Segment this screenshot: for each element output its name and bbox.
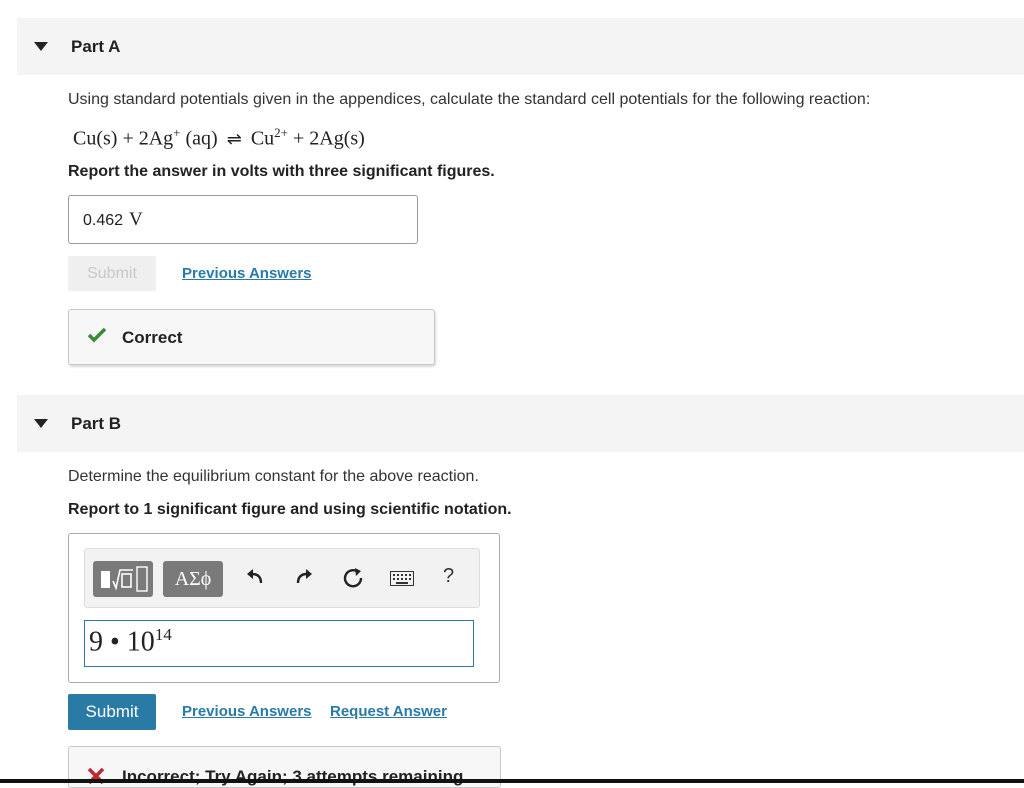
answer-unit: V: [129, 209, 143, 230]
answer-value: 0.462: [83, 212, 124, 229]
part-b-instruction: Determine the equilibrium constant for t…: [68, 468, 479, 485]
part-a-instruction: Using standard potentials given in the a…: [68, 91, 871, 108]
answer-base: 9 • 10: [89, 626, 155, 658]
part-b-submit-button[interactable]: Submit: [68, 694, 156, 730]
math-editor: ΑΣϕ ? 9 • 1014: [68, 533, 500, 683]
redo-icon[interactable]: [294, 567, 314, 592]
part-b-report-instruction: Report to 1 significant figure and using…: [68, 501, 512, 518]
x-mark-icon: [87, 767, 105, 787]
feedback-message: Incorrect; Try Again; 3 attempts remaini…: [122, 767, 464, 786]
math-toolbar: ΑΣϕ ?: [84, 548, 480, 608]
part-a-previous-answers-link[interactable]: Previous Answers: [182, 265, 312, 282]
feedback-message: Correct: [122, 328, 183, 347]
part-a-answer-field[interactable]: 0.462 V: [68, 195, 418, 244]
reaction-equation: Cu(s) + 2Ag+ (aq) ⇌ Cu2+ + 2Ag(s): [73, 125, 365, 150]
templates-icon[interactable]: [93, 561, 153, 597]
undo-icon[interactable]: [245, 567, 265, 592]
part-a-title: Part A: [71, 36, 121, 56]
request-answer-link[interactable]: Request Answer: [330, 703, 447, 720]
checkmark-icon: [87, 327, 107, 348]
part-a-submit-button[interactable]: Submit: [68, 256, 156, 291]
part-a-report-instruction: Report the answer in volts with three si…: [68, 163, 495, 180]
greek-symbols-button[interactable]: ΑΣϕ: [163, 561, 223, 597]
part-a-feedback: Correct: [68, 309, 435, 365]
answer-exponent: 14: [154, 625, 172, 644]
part-b-previous-answers-link[interactable]: Previous Answers: [182, 703, 312, 720]
bottom-edge: [0, 779, 1024, 783]
part-b-answer-input[interactable]: 9 • 1014: [84, 620, 474, 667]
part-a-header[interactable]: Part A: [17, 18, 1024, 75]
part-b-title: Part B: [71, 413, 122, 433]
keyboard-icon[interactable]: [390, 571, 414, 591]
collapse-caret-icon[interactable]: [34, 42, 48, 51]
equilibrium-arrow: ⇌: [226, 128, 242, 149]
collapse-caret-icon[interactable]: [34, 419, 48, 428]
reset-icon[interactable]: [342, 567, 364, 594]
part-b-header[interactable]: Part B: [17, 395, 1024, 452]
help-icon[interactable]: ?: [443, 565, 454, 588]
